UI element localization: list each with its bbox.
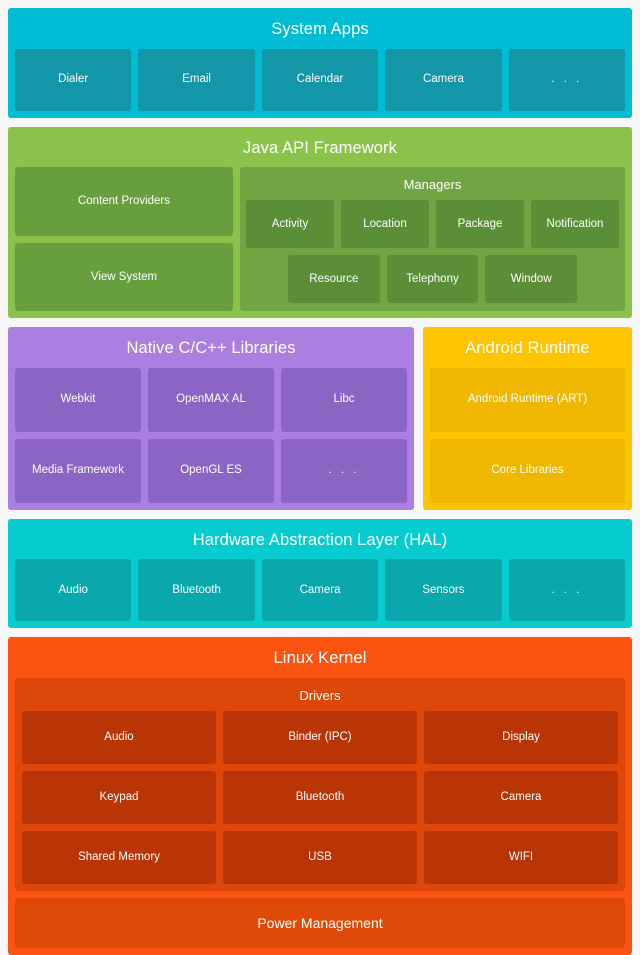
android-runtime-tiles: Android Runtime (ART) Core Libraries: [430, 367, 625, 503]
layer-title-system-apps: System Apps: [271, 20, 369, 38]
tile-more-hal[interactable]: . . .: [508, 559, 626, 621]
drivers-row-3: Shared Memory USB WIFI: [22, 830, 618, 884]
tile-libc[interactable]: Libc: [281, 367, 407, 432]
tile-hal-bluetooth[interactable]: Bluetooth: [138, 559, 255, 621]
tile-content-providers[interactable]: Content Providers: [15, 167, 233, 236]
drivers-group: Drivers Audio Binder (IPC) Display Keypa…: [15, 677, 625, 891]
tile-view-system[interactable]: View System: [15, 242, 233, 311]
managers-group: Managers Activity Location Package Notif…: [240, 167, 625, 311]
framework-left-column: Content Providers View System: [15, 167, 233, 311]
layer-system-apps: System Apps Dialer Email Calendar Camera…: [8, 8, 632, 118]
tile-hal-audio[interactable]: Audio: [15, 559, 132, 621]
layer-java-api-framework: Java API Framework Content Providers Vie…: [8, 126, 632, 318]
tile-notification-manager[interactable]: Notification: [531, 200, 619, 248]
tile-driver-display[interactable]: Display: [424, 710, 618, 764]
tile-activity-manager[interactable]: Activity: [246, 200, 334, 248]
tile-driver-shared-memory[interactable]: Shared Memory: [22, 830, 216, 884]
managers-row-2: Resource Telephony Window: [246, 255, 619, 305]
layer-linux-kernel: Linux Kernel Drivers Audio Binder (IPC) …: [8, 637, 632, 955]
tile-driver-usb[interactable]: USB: [223, 830, 417, 884]
tile-driver-audio[interactable]: Audio: [22, 710, 216, 764]
layer-title-hal: Hardware Abstraction Layer (HAL): [192, 530, 448, 549]
tile-resource-manager[interactable]: Resource: [288, 255, 380, 303]
layer-native-libraries: Native C/C++ Libraries Webkit OpenMAX AL…: [8, 327, 414, 510]
native-row-1: Webkit OpenMAX AL Libc: [15, 367, 407, 432]
tile-hal-sensors[interactable]: Sensors: [385, 559, 502, 621]
tile-hal-camera[interactable]: Camera: [261, 559, 379, 621]
tile-dialer[interactable]: Dialer: [15, 48, 132, 111]
tile-package-manager[interactable]: Package: [436, 200, 524, 248]
layer-title-native-libraries: Native C/C++ Libraries: [126, 339, 296, 357]
tile-driver-keypad[interactable]: Keypad: [22, 770, 216, 824]
drivers-row-1: Audio Binder (IPC) Display: [22, 710, 618, 764]
tile-driver-binder-ipc[interactable]: Binder (IPC): [223, 710, 417, 764]
hal-tile-row: Audio Bluetooth Camera Sensors . . .: [15, 559, 626, 621]
tile-openmax-al[interactable]: OpenMAX AL: [148, 367, 274, 432]
tile-calendar[interactable]: Calendar: [261, 48, 379, 111]
tile-camera[interactable]: Camera: [385, 48, 502, 111]
android-architecture-diagram: System Apps Dialer Email Calendar Camera…: [0, 0, 640, 955]
tile-android-runtime-art[interactable]: Android Runtime (ART): [430, 367, 625, 432]
native-and-runtime-row: Native C/C++ Libraries Webkit OpenMAX AL…: [8, 327, 632, 510]
managers-title: Managers: [403, 177, 462, 192]
native-row-2: Media Framework OpenGL ES . . .: [15, 438, 407, 503]
layer-android-runtime: Android Runtime Android Runtime (ART) Co…: [423, 327, 632, 510]
tile-more-native-libraries[interactable]: . . .: [281, 438, 407, 503]
layer-title-linux-kernel: Linux Kernel: [273, 649, 367, 667]
tile-webkit[interactable]: Webkit: [15, 367, 141, 432]
framework-body: Content Providers View System Managers A…: [15, 167, 625, 311]
tile-opengl-es[interactable]: OpenGL ES: [148, 438, 274, 503]
drivers-title: Drivers: [299, 687, 341, 703]
layer-title-java-api-framework: Java API Framework: [242, 138, 397, 157]
tile-location-manager[interactable]: Location: [341, 200, 429, 248]
tile-driver-bluetooth[interactable]: Bluetooth: [223, 770, 417, 824]
system-apps-tile-row: Dialer Email Calendar Camera . . .: [15, 48, 626, 111]
tile-driver-camera[interactable]: Camera: [424, 770, 618, 824]
tile-window-manager[interactable]: Window: [485, 255, 578, 303]
layer-title-android-runtime: Android Runtime: [465, 339, 590, 357]
layer-hardware-abstraction-layer: Hardware Abstraction Layer (HAL) Audio B…: [8, 518, 632, 628]
tile-more-apps[interactable]: . . .: [508, 48, 626, 111]
drivers-row-2: Keypad Bluetooth Camera: [22, 770, 618, 824]
tile-email[interactable]: Email: [138, 48, 255, 111]
managers-row-1: Activity Location Package Notification: [246, 200, 619, 248]
tile-core-libraries[interactable]: Core Libraries: [430, 438, 625, 503]
tile-media-framework[interactable]: Media Framework: [15, 438, 141, 503]
tile-power-management[interactable]: Power Management: [15, 897, 625, 948]
tile-telephony-manager[interactable]: Telephony: [386, 255, 479, 303]
tile-driver-wifi[interactable]: WIFI: [424, 830, 618, 884]
